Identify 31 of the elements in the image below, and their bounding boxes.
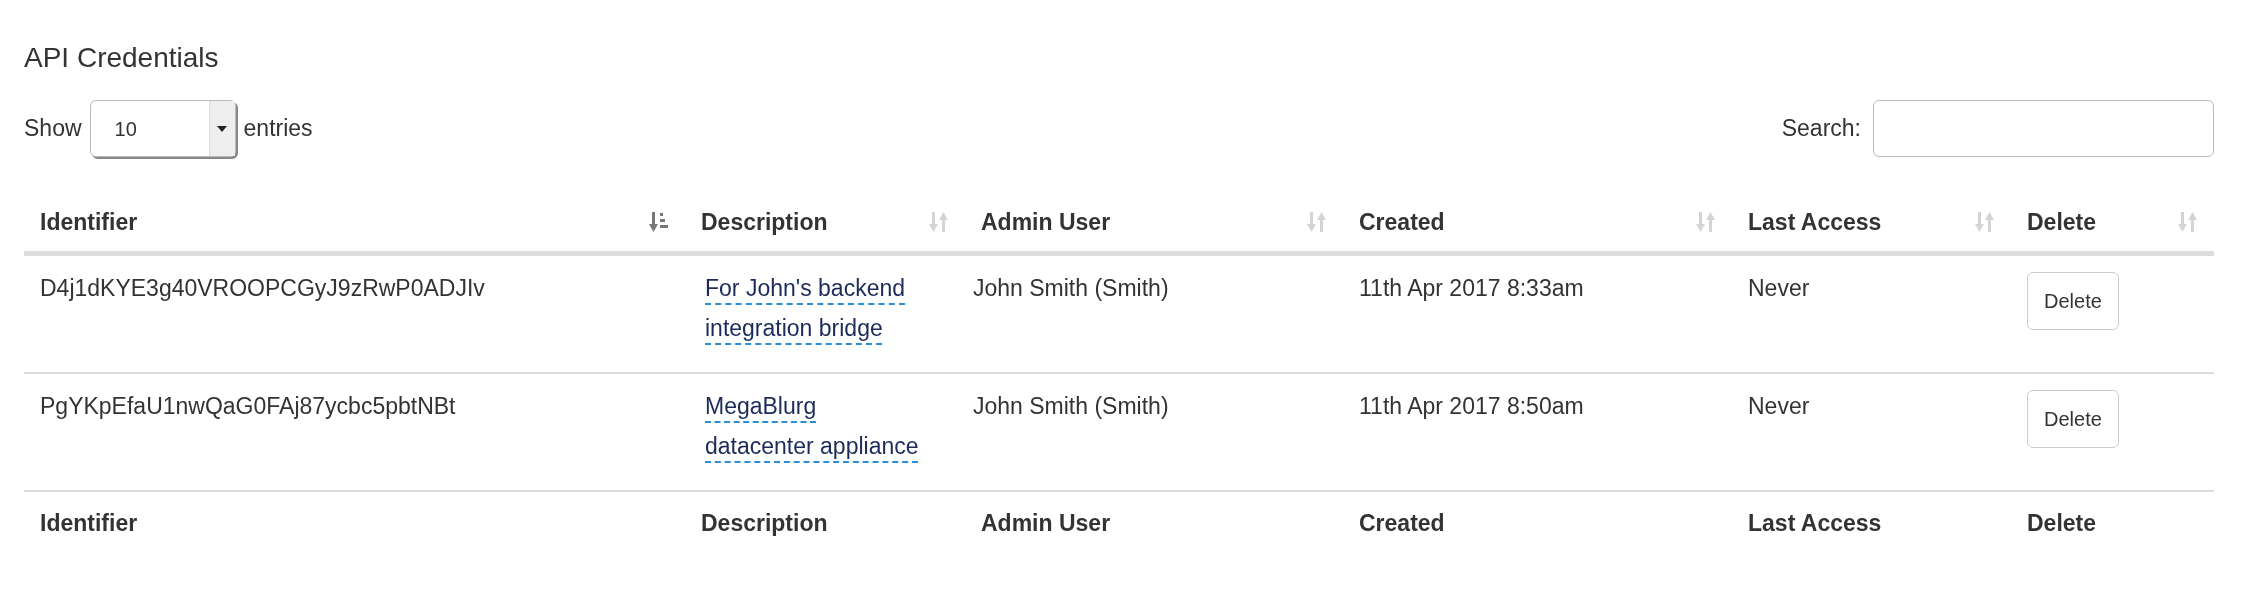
show-label: Show [24, 114, 82, 144]
column-header[interactable]: Description [701, 204, 828, 240]
caret-icon [217, 125, 228, 132]
created-cell: 11th Apr 2017 8:33am [1359, 275, 1584, 301]
created-cell: 11th Apr 2017 8:50am [1359, 393, 1584, 419]
column-footer: Description [701, 505, 828, 541]
delete-button[interactable]: Delete [2027, 272, 2119, 330]
column-footer: Identifier [40, 505, 138, 541]
admin-user-cell: John Smith (Smith) [973, 275, 1169, 301]
search-label: Search: [1781, 114, 1861, 144]
admin-user-cell: John Smith (Smith) [973, 393, 1169, 419]
search-field[interactable] [1873, 100, 2214, 157]
column-footer: Admin User [981, 505, 1111, 541]
column-header[interactable]: Identifier [40, 204, 138, 240]
column-header[interactable]: Last Access [1748, 204, 1882, 240]
last-access-cell: Never [1748, 275, 1810, 301]
description-link[interactable]: For John's backend integration bridge [705, 268, 920, 348]
delete-button[interactable]: Delete [2027, 390, 2119, 448]
page-title: API Credentials [24, 41, 220, 75]
column-header[interactable]: Admin User [981, 204, 1111, 240]
description-link[interactable]: MegaBlurg datacenter appliance [705, 386, 920, 466]
last-access-cell: Never [1748, 393, 1810, 419]
entries-select[interactable]: 10 [89, 100, 236, 157]
entries-label: entries [243, 114, 313, 144]
identifier-cell: D4j1dKYE3g40VROOPCGyJ9zRwP0ADJIv [40, 275, 485, 301]
column-header[interactable]: Delete [2027, 204, 2097, 240]
column-header[interactable]: Created [1359, 204, 1445, 240]
column-footer: Last Access [1748, 505, 1882, 541]
column-footer: Delete [2027, 505, 2097, 541]
column-footer: Created [1359, 505, 1445, 541]
identifier-cell: PgYKpEfaU1nwQaG0FAj87ycbc5pbtNBt [40, 393, 456, 419]
